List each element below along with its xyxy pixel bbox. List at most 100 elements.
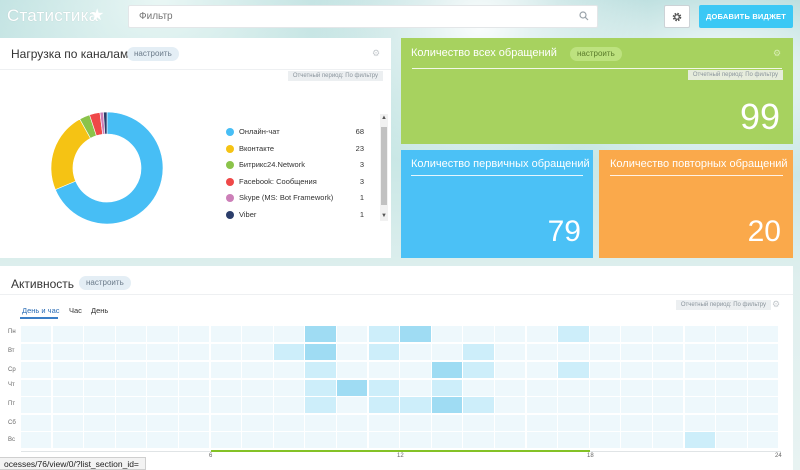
heatmap-cell[interactable] <box>305 326 336 342</box>
heatmap-cell[interactable] <box>21 415 52 431</box>
heatmap-cell[interactable] <box>273 415 305 431</box>
heatmap-cell[interactable] <box>747 344 779 360</box>
heatmap-cell[interactable] <box>368 415 399 431</box>
heatmap-cell[interactable] <box>684 344 715 360</box>
heatmap-cell[interactable] <box>653 380 684 396</box>
heatmap-cell[interactable] <box>495 380 526 396</box>
heatmap-cell[interactable] <box>526 362 557 378</box>
heatmap-cell[interactable] <box>368 380 399 396</box>
heatmap-cell[interactable] <box>84 397 115 413</box>
heatmap-cell[interactable] <box>589 344 621 360</box>
heatmap-cell[interactable] <box>621 415 652 431</box>
heatmap-cell[interactable] <box>716 344 747 360</box>
heatmap-cell[interactable] <box>495 415 526 431</box>
heatmap-cell[interactable] <box>684 362 715 378</box>
configure-button[interactable]: настроить <box>570 47 622 61</box>
heatmap-cell[interactable] <box>305 432 336 448</box>
heatmap-cell[interactable] <box>653 326 684 342</box>
heatmap-cell[interactable] <box>400 326 431 342</box>
heatmap-cell[interactable] <box>337 362 368 378</box>
heatmap-cell[interactable] <box>526 397 557 413</box>
scroll-down-arrow[interactable]: ▼ <box>380 212 388 221</box>
heatmap-cell[interactable] <box>84 362 115 378</box>
heatmap-cell[interactable] <box>653 432 684 448</box>
heatmap-cell[interactable] <box>463 432 494 448</box>
heatmap-cell[interactable] <box>21 362 52 378</box>
heatmap-cell[interactable] <box>305 415 336 431</box>
heatmap-cell[interactable] <box>115 344 147 360</box>
heatmap-cell[interactable] <box>526 380 557 396</box>
heatmap-cell[interactable] <box>400 344 431 360</box>
heatmap-cell[interactable] <box>621 380 652 396</box>
heatmap-cell[interactable] <box>147 397 178 413</box>
heatmap-cell[interactable] <box>400 397 431 413</box>
heatmap-cell[interactable] <box>337 380 368 396</box>
heatmap-cell[interactable] <box>431 326 463 342</box>
heatmap-cell[interactable] <box>115 432 147 448</box>
heatmap-cell[interactable] <box>84 326 115 342</box>
tab-day[interactable]: День <box>91 306 108 315</box>
heatmap-cell[interactable] <box>621 362 652 378</box>
heatmap-cell[interactable] <box>684 415 715 431</box>
heatmap-cell[interactable] <box>368 362 399 378</box>
heatmap-cell[interactable] <box>147 415 178 431</box>
search-input[interactable] <box>129 6 597 27</box>
heatmap-cell[interactable] <box>84 415 115 431</box>
heatmap-cell[interactable] <box>653 415 684 431</box>
heatmap-cell[interactable] <box>463 362 494 378</box>
heatmap-cell[interactable] <box>716 326 747 342</box>
heatmap-cell[interactable] <box>52 432 83 448</box>
legend-scrollbar[interactable]: ▲ ▼ <box>380 114 388 221</box>
heatmap-cell[interactable] <box>84 432 115 448</box>
heatmap-cell[interactable] <box>589 362 621 378</box>
heatmap-cell[interactable] <box>179 397 210 413</box>
heatmap-cell[interactable] <box>52 362 83 378</box>
heatmap-cell[interactable] <box>337 326 368 342</box>
heatmap-cell[interactable] <box>210 380 241 396</box>
heatmap-cell[interactable] <box>463 397 494 413</box>
heatmap-cell[interactable] <box>684 380 715 396</box>
heatmap-cell[interactable] <box>147 380 178 396</box>
heatmap-cell[interactable] <box>179 344 210 360</box>
heatmap-cell[interactable] <box>716 432 747 448</box>
heatmap-cell[interactable] <box>115 397 147 413</box>
heatmap-cell[interactable] <box>653 362 684 378</box>
heatmap-cell[interactable] <box>653 344 684 360</box>
heatmap-cell[interactable] <box>210 432 241 448</box>
heatmap-cell[interactable] <box>21 397 52 413</box>
heatmap-cell[interactable] <box>52 326 83 342</box>
heatmap-cell[interactable] <box>337 415 368 431</box>
heatmap-cell[interactable] <box>337 432 368 448</box>
tab-hour[interactable]: Час <box>69 306 82 315</box>
heatmap-cell[interactable] <box>463 380 494 396</box>
heatmap-cell[interactable] <box>21 326 52 342</box>
heatmap-cell[interactable] <box>242 415 273 431</box>
heatmap-cell[interactable] <box>147 432 178 448</box>
heatmap-cell[interactable] <box>653 397 684 413</box>
heatmap-cell[interactable] <box>684 397 715 413</box>
heatmap-cell[interactable] <box>115 326 147 342</box>
heatmap-cell[interactable] <box>337 397 368 413</box>
heatmap-cell[interactable] <box>305 362 336 378</box>
heatmap-cell[interactable] <box>526 344 557 360</box>
widget-settings-icon[interactable]: ⚙ <box>372 48 380 59</box>
heatmap-cell[interactable] <box>210 344 241 360</box>
heatmap-cell[interactable] <box>115 415 147 431</box>
heatmap-cell[interactable] <box>179 326 210 342</box>
heatmap-cell[interactable] <box>273 362 305 378</box>
heatmap-cell[interactable] <box>21 344 52 360</box>
heatmap-cell[interactable] <box>526 326 557 342</box>
heatmap-cell[interactable] <box>147 326 178 342</box>
scroll-thumb[interactable] <box>381 127 387 205</box>
heatmap-cell[interactable] <box>495 362 526 378</box>
heatmap-cell[interactable] <box>747 432 779 448</box>
heatmap-cell[interactable] <box>273 326 305 342</box>
heatmap-cell[interactable] <box>273 344 305 360</box>
heatmap-cell[interactable] <box>589 432 621 448</box>
configure-button[interactable]: настроить <box>79 276 131 290</box>
heatmap-cell[interactable] <box>52 344 83 360</box>
heatmap-cell[interactable] <box>21 380 52 396</box>
heatmap-cell[interactable] <box>589 380 621 396</box>
heatmap-cell[interactable] <box>242 344 273 360</box>
heatmap-cell[interactable] <box>368 397 399 413</box>
